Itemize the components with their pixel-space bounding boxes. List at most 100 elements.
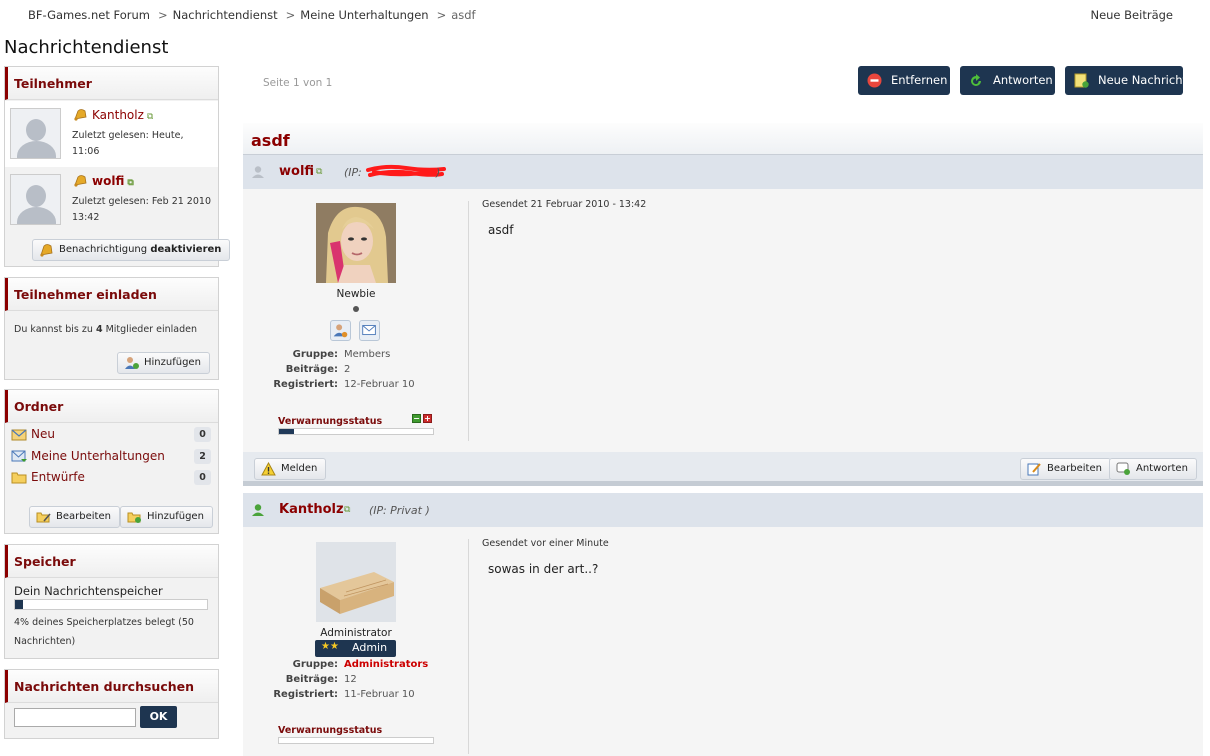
post-author[interactable]: Kantholz bbox=[279, 502, 344, 517]
edit-post-label: Bearbeiten bbox=[1047, 463, 1102, 474]
external-link-icon[interactable]: ⧉ bbox=[147, 112, 153, 122]
admin-badge-label: Admin bbox=[352, 641, 388, 654]
post-ip-suffix: ) bbox=[436, 166, 441, 179]
folder-label: Neu bbox=[31, 427, 55, 441]
user-group-label: Gruppe: bbox=[292, 659, 338, 670]
remove-button[interactable]: Entfernen bbox=[858, 66, 950, 95]
reply-label: Antworten bbox=[993, 73, 1053, 87]
top-bar: BF-Games.net Forum > Nachrichtendienst > Mei… bbox=[0, 0, 1210, 30]
invite-add-button[interactable]: Hinzufügen bbox=[117, 352, 210, 374]
post-author[interactable]: wolfi bbox=[279, 164, 314, 179]
external-link-icon[interactable]: ⧉ bbox=[127, 178, 133, 188]
post-ip-prefix: (IP: bbox=[344, 166, 362, 179]
new-message-button[interactable]: Neue Nachricht bbox=[1065, 66, 1187, 95]
participant-name[interactable]: wolfi bbox=[92, 174, 124, 188]
external-link-icon[interactable]: ⧉ bbox=[316, 167, 322, 177]
bell-icon bbox=[74, 175, 87, 187]
user-avatar[interactable] bbox=[316, 542, 396, 622]
new-posts-link[interactable]: Neue Beiträge bbox=[1090, 8, 1173, 22]
folders-add-button[interactable]: Hinzufügen bbox=[120, 506, 213, 528]
notification-toggle-button[interactable]: Benachrichtigung deaktivieren bbox=[32, 239, 231, 261]
folder-count: 0 bbox=[194, 470, 211, 485]
warning-bar bbox=[278, 428, 434, 435]
bell-icon bbox=[74, 109, 87, 121]
participant-kantholz: Kantholz ⧉ Zuletzt gelesen: Heute, 11:06 bbox=[5, 101, 218, 167]
post-header: Kantholz ⧉ (IP: Privat ) bbox=[243, 493, 1203, 527]
new-message-label: Neue Nachricht bbox=[1098, 73, 1188, 87]
post-sent-time: Gesendet 21 Februar 2010 - 13:42 bbox=[482, 199, 647, 210]
post-text: sowas in der art..? bbox=[488, 562, 599, 576]
folder-label: Entwürfe bbox=[31, 470, 85, 484]
folder-item-new[interactable]: Neu 0 bbox=[11, 425, 211, 445]
reply-button[interactable]: Antworten bbox=[960, 66, 1055, 95]
breadcrumb-current: asdf bbox=[451, 8, 476, 22]
conversations-icon bbox=[11, 450, 27, 462]
avatar-placeholder-icon[interactable] bbox=[10, 174, 61, 225]
add-user-icon bbox=[125, 357, 139, 369]
user-online-icon bbox=[252, 504, 264, 516]
invite-add-label: Hinzufügen bbox=[144, 357, 201, 368]
notification-label: Benachrichtigung bbox=[59, 244, 148, 255]
avatar-placeholder-icon[interactable] bbox=[10, 108, 61, 159]
redaction-scribble-icon bbox=[366, 164, 446, 177]
report-button[interactable]: Melden bbox=[254, 458, 327, 480]
warning-increase-icon[interactable]: + bbox=[423, 414, 432, 423]
invite-title: Teilnehmer einladen bbox=[5, 278, 218, 311]
breadcrumb-conversations[interactable]: Meine Unterhaltungen bbox=[300, 8, 428, 22]
breadcrumb: BF-Games.net Forum > Nachrichtendienst > Mei… bbox=[28, 8, 476, 22]
folders-edit-button[interactable]: Bearbeiten bbox=[29, 506, 120, 528]
breadcrumb-separator: > bbox=[436, 8, 447, 22]
user-group: Members bbox=[344, 349, 391, 360]
user-registered: 12-Februar 10 bbox=[344, 379, 415, 390]
bell-icon bbox=[40, 244, 53, 257]
invite-panel: Teilnehmer einladen Du kannst bis zu 4 M… bbox=[4, 277, 219, 380]
view-profile-icon[interactable] bbox=[330, 320, 351, 341]
invite-text-suffix: Mitglieder einladen bbox=[105, 324, 197, 335]
user-offline-icon bbox=[252, 166, 264, 178]
invite-text: Du kannst bis zu 4 Mitglieder einladen bbox=[14, 324, 197, 335]
folder-label: Meine Unterhaltungen bbox=[31, 449, 165, 463]
edit-post-button[interactable]: Bearbeiten bbox=[1020, 458, 1111, 480]
folders-panel: Ordner Neu 0 Meine Unterhaltungen 2 Entw… bbox=[4, 389, 219, 534]
folders-edit-label: Bearbeiten bbox=[56, 511, 111, 522]
user-group-label: Gruppe: bbox=[292, 349, 338, 360]
reply-icon bbox=[971, 74, 981, 86]
folder-item-drafts[interactable]: Entwürfe 0 bbox=[11, 468, 211, 488]
user-rank: Newbie bbox=[336, 288, 376, 300]
participant-last-read: Zuletzt gelesen: Feb 21 2010 13:42 bbox=[72, 196, 211, 223]
storage-panel: Speicher Dein Nachrichtenspeicher 4% dei… bbox=[4, 544, 219, 659]
user-post-count: 2 bbox=[344, 364, 351, 375]
participant-wolfi: wolfi ⧉ Zuletzt gelesen: Feb 21 2010 13:4… bbox=[5, 167, 218, 233]
post-header: wolfi ⧉ (IP: ) bbox=[243, 155, 1203, 189]
post-text: asdf bbox=[488, 223, 514, 237]
invite-text-prefix: Du kannst bis zu bbox=[14, 324, 93, 335]
user-rank: Administrator bbox=[320, 627, 392, 639]
user-avatar[interactable] bbox=[316, 203, 396, 283]
post-body: Newbie Gruppe: Members Beiträge: 2 Regis… bbox=[243, 189, 1203, 452]
breadcrumb-separator: > bbox=[285, 8, 296, 22]
warning-status-label: Verwarnungsstatus bbox=[278, 416, 383, 427]
reply-post-button[interactable]: Antworten bbox=[1109, 458, 1197, 480]
user-registered-label: Registriert: bbox=[273, 689, 338, 700]
inbox-new-icon bbox=[11, 429, 27, 441]
post-ip: (IP: Privat ) bbox=[369, 504, 430, 517]
edit-icon bbox=[1027, 463, 1041, 476]
page-indicator: Seite 1 von 1 bbox=[263, 77, 333, 89]
breadcrumb-messenger[interactable]: Nachrichtendienst bbox=[173, 8, 278, 22]
search-input[interactable] bbox=[14, 708, 136, 727]
remove-label: Entfernen bbox=[891, 73, 948, 87]
folder-add-icon bbox=[127, 512, 141, 523]
folder-item-conversations[interactable]: Meine Unterhaltungen 2 bbox=[11, 447, 211, 467]
folders-add-label: Hinzufügen bbox=[147, 511, 204, 522]
user-registered: 11-Februar 10 bbox=[344, 689, 415, 700]
notification-action: deaktivieren bbox=[150, 244, 222, 255]
external-link-icon[interactable]: ⧉ bbox=[344, 505, 350, 515]
warning-decrease-icon[interactable]: − bbox=[412, 414, 421, 423]
storage-bar-fill bbox=[15, 600, 23, 609]
warning-icon bbox=[261, 462, 276, 476]
breadcrumb-forum[interactable]: BF-Games.net Forum bbox=[28, 8, 150, 22]
participant-name[interactable]: Kantholz bbox=[92, 108, 144, 122]
search-ok-button[interactable]: OK bbox=[140, 706, 177, 728]
send-message-icon[interactable] bbox=[359, 320, 380, 341]
remove-icon bbox=[867, 73, 882, 88]
